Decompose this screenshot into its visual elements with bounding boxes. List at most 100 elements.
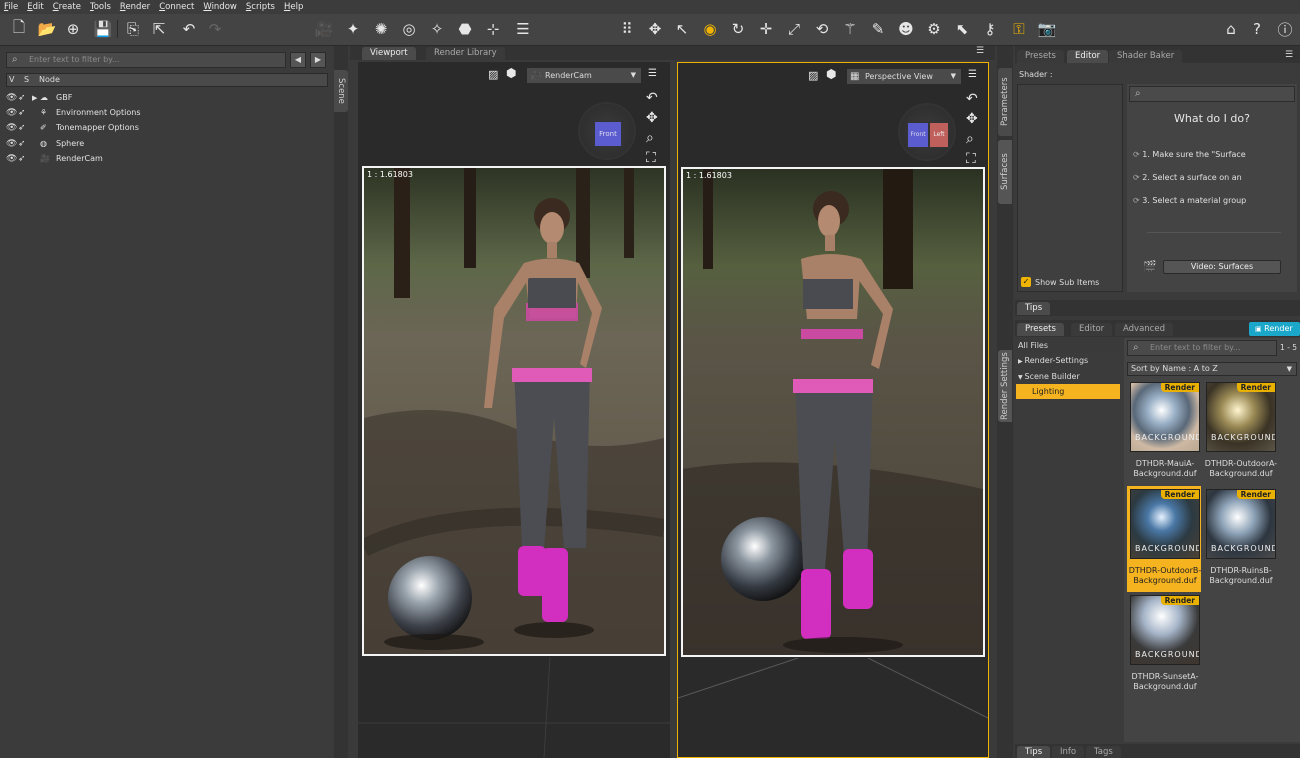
category-all-files[interactable]: All Files <box>1016 338 1120 353</box>
category-scene-builder[interactable]: ▼ Scene Builder <box>1016 369 1120 384</box>
display-style-icon[interactable]: ▨ <box>808 69 818 82</box>
zoom-icon[interactable]: ⌕ <box>966 131 974 147</box>
render-settings-icon[interactable]: ⬉ <box>951 18 973 40</box>
pointer-icon[interactable]: ↖ <box>671 18 693 40</box>
view-cube-front[interactable]: Front <box>907 122 929 148</box>
scale-icon[interactable]: ⤢ <box>783 18 805 40</box>
menu-window[interactable]: Window <box>203 2 237 12</box>
right-viewport[interactable]: ▨ ⬢ ▦ Perspective View ▼ ☰ ↶ ✥ ⌕ ⛶ ⬆ Fro… <box>677 62 989 758</box>
category-render-settings[interactable]: ▶ Render-Settings <box>1016 353 1120 368</box>
scene-node-gbf[interactable]: 👁 ➶ ▶ ☁ GBF <box>6 90 72 105</box>
selectable-icon[interactable]: ➶ <box>18 123 32 133</box>
whats-this-icon[interactable]: ? <box>1246 18 1268 40</box>
zoom-icon[interactable]: ⌕ <box>646 130 654 146</box>
eye-icon[interactable]: 👁 <box>6 154 18 164</box>
surface-filter-input[interactable]: ⌕ <box>1129 86 1295 102</box>
help-icon[interactable]: ⓘ <box>1274 18 1296 40</box>
align-icon[interactable]: ☰ <box>512 18 534 40</box>
eye-icon[interactable]: 👁 <box>6 139 18 149</box>
merge-icon[interactable]: ⊕ <box>62 18 84 40</box>
rotate-icon[interactable]: ↻ <box>727 18 749 40</box>
new-file-icon[interactable]: 🗋 <box>8 18 30 40</box>
menu-create[interactable]: Create <box>53 2 81 12</box>
select-column[interactable]: S <box>24 74 29 86</box>
tab-render-presets[interactable]: Presets <box>1017 323 1064 336</box>
left-camera-select[interactable]: 🎥 RenderCam ▼ <box>526 67 642 84</box>
eye-icon[interactable]: 👁 <box>6 108 18 118</box>
redo-icon[interactable]: ↷ <box>204 18 226 40</box>
view-cube[interactable]: Front <box>578 102 636 160</box>
right-camera-select[interactable]: ▦ Perspective View ▼ <box>846 68 962 85</box>
menu-help[interactable]: Help <box>284 2 303 12</box>
preset-thumbnail[interactable]: Render BACKGROUND <box>1130 489 1200 559</box>
import-icon[interactable]: ⎘ <box>122 18 144 40</box>
eye-icon[interactable]: 👁 <box>6 93 18 103</box>
orbit-icon[interactable]: ↶ <box>646 90 658 106</box>
viewport-options-icon[interactable]: ☰ <box>648 68 657 79</box>
tab-tips-bottom[interactable]: Tips <box>1017 746 1051 758</box>
undo-icon[interactable]: ↶ <box>178 18 200 40</box>
create-primitive-icon[interactable]: ⬣ <box>454 18 476 40</box>
preset-thumbnail[interactable]: Render BACKGROUND <box>1206 382 1276 452</box>
preset-label[interactable]: DTHDR-MauiA-Background.duf <box>1121 459 1209 479</box>
menu-render[interactable]: Render <box>120 2 150 12</box>
geometry-editor-icon[interactable]: ✎ <box>867 18 889 40</box>
selectable-icon[interactable]: ➶ <box>18 154 32 164</box>
tab-render-advanced[interactable]: Advanced <box>1115 323 1173 336</box>
surface-tree[interactable] <box>1017 84 1123 292</box>
menu-connect[interactable]: Connect <box>159 2 194 12</box>
create-point-light-icon[interactable]: ✺ <box>370 18 392 40</box>
node-column[interactable]: Node <box>39 74 60 86</box>
create-distant-light-icon[interactable]: ◎ <box>398 18 420 40</box>
scene-node-tonemapper[interactable]: 👁 ➶ ✐ Tonemapper Options <box>6 120 139 135</box>
expand-arrow-icon[interactable]: ▶ <box>32 94 40 102</box>
frame-icon[interactable]: ⛶ <box>966 151 976 167</box>
eye-icon[interactable]: 👁 <box>6 123 18 133</box>
daz-store-icon[interactable]: ⌂ <box>1220 18 1242 40</box>
spot-render-icon[interactable]: ⚷ <box>979 18 1001 40</box>
viewport-menu-icon[interactable]: ☰ <box>976 46 984 56</box>
tab-render-settings[interactable]: Render Settings <box>998 350 1012 422</box>
draw-style-icon[interactable]: ⬢ <box>826 67 836 81</box>
active-pose-icon[interactable]: ⚚ <box>839 18 861 40</box>
menu-file[interactable]: File <box>4 2 18 12</box>
iray-render-icon[interactable]: ⚿ <box>1008 18 1030 40</box>
left-viewport[interactable]: ▨ ⬢ 🎥 RenderCam ▼ ☰ ↶ ✥ ⌕ ⛶ ⬆ Front <box>358 62 670 758</box>
node-selection-icon[interactable]: ◉ <box>699 18 721 40</box>
draw-style-icon[interactable]: ⬢ <box>506 66 516 80</box>
display-style-icon[interactable]: ▨ <box>488 68 498 81</box>
frame-icon[interactable]: ⛶ <box>646 150 656 166</box>
preset-label[interactable]: DTHDR-SunsetA-Background.duf <box>1121 672 1209 692</box>
category-lighting[interactable]: Lighting <box>1016 384 1120 399</box>
tab-render-library[interactable]: Render Library <box>426 47 505 60</box>
create-linear-light-icon[interactable]: ✧ <box>426 18 448 40</box>
pan-icon[interactable]: ✥ <box>966 111 978 127</box>
visible-column[interactable]: V <box>9 74 14 86</box>
pan-icon[interactable]: ✥ <box>646 110 658 126</box>
tab-tips[interactable]: Tips <box>1017 302 1051 315</box>
menu-edit[interactable]: Edit <box>27 2 43 12</box>
render-button[interactable]: ▣ Render <box>1249 322 1300 336</box>
tab-render-editor[interactable]: Editor <box>1071 323 1113 336</box>
grid-icon[interactable]: ⠿ <box>616 18 638 40</box>
open-file-icon[interactable]: 📂 <box>36 18 58 40</box>
tab-shader-baker[interactable]: Shader Baker <box>1109 50 1183 63</box>
transform-icon[interactable]: ⟲ <box>811 18 833 40</box>
save-icon[interactable]: 💾 <box>92 18 114 40</box>
create-camera-icon[interactable]: 🎥 <box>313 18 335 40</box>
orbit-icon[interactable]: ↶ <box>966 91 978 107</box>
tab-info[interactable]: Info <box>1052 746 1085 758</box>
tab-editor[interactable]: Editor <box>1067 50 1109 63</box>
translate-icon[interactable]: ✛ <box>755 18 777 40</box>
menu-tools[interactable]: Tools <box>90 2 111 12</box>
scene-node-environment[interactable]: 👁 ➶ ⚘ Environment Options <box>6 105 141 120</box>
preset-label-selected[interactable]: DTHDR-OutdoorB-Background.duf <box>1121 566 1209 586</box>
tab-presets[interactable]: Presets <box>1017 50 1064 63</box>
surface-selection-icon[interactable]: ☻ <box>895 18 917 40</box>
panel-menu-icon[interactable]: ☰ <box>1285 50 1293 60</box>
scene-prev-button[interactable]: ◀ <box>290 52 306 68</box>
scene-next-button[interactable]: ▶ <box>310 52 326 68</box>
menu-scripts[interactable]: Scripts <box>246 2 275 12</box>
preset-thumbnail[interactable]: Render BACKGROUND <box>1130 382 1200 452</box>
preset-label[interactable]: DTHDR-OutdoorA-Background.duf <box>1197 459 1285 479</box>
